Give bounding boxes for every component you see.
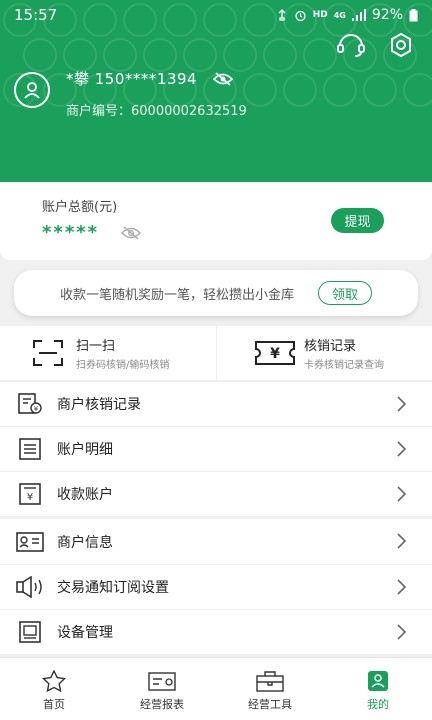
menu-item-label: 设备管理 [57,625,113,641]
quick-action-scan[interactable]: 扫一扫 扫券码核销/输码核销 [0,326,216,380]
tab-label: 经营报表 [140,698,184,711]
notification-icon [16,575,44,599]
menu-item-merchant-verify-records[interactable]: ¥ 商户核销记录 [0,381,432,426]
svg-text:¥: ¥ [270,346,280,362]
chevron-right-icon [397,624,406,640]
quick-action-verify-records[interactable]: ¥ 核销记录 卡券核销记录查询 [216,326,432,380]
status-icons: HD 4G 92% [276,7,418,23]
menu-group-finance: ¥ 商户核销记录 账户明细 ¥ 收款账户 [0,381,432,516]
user-name-text: *攀 150****1394 [66,70,198,88]
chevron-right-icon [397,533,406,549]
quick-action-title: 核销记录 [304,339,357,354]
tab-mine[interactable]: 我的 [324,658,432,720]
user-avatar-icon [24,82,40,99]
signal-icon [351,9,366,21]
menu-item-label: 商户核销记录 [57,397,141,413]
menu-item-receive-account[interactable]: ¥ 收款账户 [0,471,432,516]
balance-amount-masked: ***** [42,222,100,243]
status-time: 15:57 [14,6,58,24]
customer-service-icon[interactable] [336,32,366,58]
device-icon [16,620,44,644]
toolbox-icon [256,671,284,692]
withdraw-button[interactable]: 提现 [331,208,384,233]
chevron-right-icon [397,441,406,457]
merchant-number: 商户编号：60000002632519 [66,100,247,119]
tab-label: 经营工具 [248,698,292,711]
chevron-right-icon [397,486,406,502]
quick-actions: 扫一扫 扫券码核销/输码核销 ¥ 核销记录 卡券核销记录查询 [0,326,432,380]
receive-account-icon: ¥ [16,482,44,506]
menu-item-label: 收款账户 [57,487,113,503]
menu-group-settings: 商户信息 交易通知订阅设置 设备管理 [0,519,432,654]
quick-action-title: 扫一扫 [76,339,116,354]
settings-icon[interactable] [388,32,414,58]
tab-label: 我的 [367,698,389,711]
tab-label: 首页 [43,698,65,711]
menu-item-device-management[interactable]: 设备管理 [0,609,432,654]
network-hd: HD [312,10,328,20]
balance-label: 账户总额(元) [42,200,118,215]
eye-hidden-icon[interactable] [121,225,142,240]
eye-hidden-icon[interactable] [213,71,234,86]
tab-home[interactable]: 首页 [0,658,108,720]
account-detail-icon [16,437,44,461]
svg-text:¥: ¥ [34,405,39,413]
star-icon [42,670,66,692]
header-banner: 15:57 HD 4G 92% *攀 150****1394 商户编号：6000… [0,0,432,182]
status-bar: 15:57 HD 4G 92% [0,0,432,30]
svg-text:¥: ¥ [27,492,33,503]
user-name: *攀 150****1394 [66,68,234,89]
battery-percent: 92% [371,7,403,23]
quick-action-subtitle: 扫券码核销/输码核销 [76,360,170,371]
claim-button[interactable]: 领取 [318,281,372,305]
promo-text: 收款一笔随机奖励一笔，轻松攒出小金库 [60,287,295,303]
merchant-number-value: 60000002632519 [131,104,247,119]
menu-item-label: 商户信息 [57,534,113,551]
tab-reports[interactable]: 经营报表 [108,658,216,720]
promo-banner: 收款一笔随机奖励一笔，轻松攒出小金库 领取 [14,270,418,316]
report-icon [148,672,176,691]
verify-record-icon: ¥ [16,392,44,416]
top-icons [336,32,414,58]
battery-icon [409,8,418,21]
merchant-info-icon [16,530,44,554]
merchant-number-label: 商户编号： [66,104,132,119]
balance-value: ***** [42,222,142,243]
menu-item-account-detail[interactable]: 账户明细 [0,426,432,471]
menu-item-label: 账户明细 [57,442,113,458]
tab-tools[interactable]: 经营工具 [216,658,324,720]
menu-item-label: 交易通知订阅设置 [57,580,169,596]
scan-icon [33,340,63,366]
alarm-icon [295,10,306,21]
avatar[interactable] [14,72,50,108]
ticket-icon: ¥ [255,341,295,365]
bottom-tab-bar: 首页 经营报表 经营工具 我的 [0,657,432,720]
network-4g: 4G [333,10,346,20]
chevron-right-icon [397,579,406,595]
menu-item-notification-settings[interactable]: 交易通知订阅设置 [0,564,432,609]
menu-item-merchant-info[interactable]: 商户信息 [0,519,432,564]
quick-action-subtitle: 卡券核销记录查询 [304,360,384,371]
profile-icon [368,671,388,691]
chevron-right-icon [397,396,406,412]
usb-icon [278,9,286,21]
